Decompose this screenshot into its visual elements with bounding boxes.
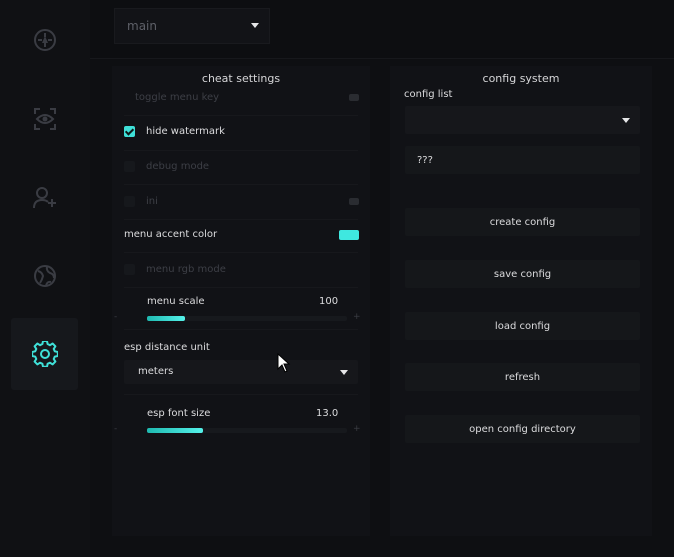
esp-font-size-fill <box>147 428 203 433</box>
divider <box>124 150 358 151</box>
eye-scan-icon <box>33 108 56 130</box>
divider <box>124 115 358 116</box>
toggle-menu-key-label: toggle menu key <box>135 92 220 103</box>
hide-watermark-label: hide watermark <box>146 126 225 137</box>
sidebar-item-visuals[interactable] <box>11 83 78 155</box>
divider <box>124 252 358 253</box>
mouse-cursor-icon <box>277 353 291 373</box>
hide-watermark-checkbox[interactable] <box>124 126 135 137</box>
menu-rgb-mode-label: menu rgb mode <box>146 264 226 275</box>
esp-distance-unit-value: meters <box>138 366 174 377</box>
create-config-button[interactable]: create config <box>405 208 640 236</box>
esp-font-size-slider[interactable] <box>147 428 347 433</box>
esp-font-size-minus[interactable]: - <box>114 424 117 434</box>
load-config-button[interactable]: load config <box>405 312 640 340</box>
ini-key-bind[interactable] <box>349 198 359 205</box>
divider <box>124 219 358 220</box>
esp-font-size-label: esp font size <box>147 408 211 419</box>
gear-icon <box>31 341 58 367</box>
cheat-settings-title: cheat settings <box>201 72 281 85</box>
divider <box>124 184 358 185</box>
config-system-panel: config system config list ??? create con… <box>390 66 652 536</box>
cheat-settings-panel: cheat settings toggle menu key hide wate… <box>112 66 370 536</box>
menu-scale-label: menu scale <box>147 296 205 307</box>
esp-font-size-value: 13.0 <box>316 408 339 419</box>
esp-distance-unit-label: esp distance unit <box>124 342 210 353</box>
debug-mode-label: debug mode <box>146 161 210 172</box>
divider <box>124 329 358 330</box>
top-bar: main <box>90 0 674 59</box>
menu-scale-slider[interactable] <box>147 316 347 321</box>
chevron-down-icon <box>622 118 630 123</box>
menu-scale-minus[interactable]: - <box>114 312 117 322</box>
config-list-select[interactable] <box>405 106 640 134</box>
divider <box>124 394 358 395</box>
menu-accent-color-swatch[interactable] <box>339 230 359 240</box>
config-list-label: config list <box>404 89 453 100</box>
save-config-button[interactable]: save config <box>405 260 640 288</box>
chevron-down-icon <box>340 370 348 375</box>
open-config-directory-button[interactable]: open config directory <box>405 415 640 443</box>
esp-distance-unit-select[interactable]: meters <box>124 360 358 384</box>
menu-scale-fill <box>147 316 185 321</box>
sidebar <box>0 0 90 557</box>
toggle-menu-key-bind[interactable] <box>349 94 359 101</box>
divider <box>124 287 358 288</box>
globe-icon <box>33 265 56 287</box>
sidebar-item-players[interactable] <box>11 162 78 234</box>
menu-scale-value: 100 <box>319 296 339 307</box>
sidebar-item-world[interactable] <box>11 240 78 312</box>
ini-checkbox[interactable] <box>124 196 135 207</box>
sidebar-item-aimbot[interactable] <box>11 4 78 76</box>
main-area: main cheat settings toggle menu key hide… <box>90 0 674 557</box>
crosshair-icon <box>33 29 56 51</box>
sidebar-item-settings[interactable] <box>11 318 78 390</box>
menu-rgb-mode-checkbox[interactable] <box>124 264 135 275</box>
ini-label: ini <box>146 196 158 207</box>
refresh-button[interactable]: refresh <box>405 363 640 391</box>
menu-accent-color-label: menu accent color <box>124 229 218 240</box>
user-add-icon <box>32 187 56 209</box>
tab-select[interactable]: main <box>114 8 270 44</box>
debug-mode-checkbox[interactable] <box>124 161 135 172</box>
menu-scale-plus[interactable]: + <box>353 312 361 322</box>
config-name-input[interactable]: ??? <box>405 146 640 174</box>
tab-select-value: main <box>127 19 157 33</box>
config-system-title: config system <box>482 72 560 85</box>
chevron-down-icon <box>251 23 259 28</box>
esp-font-size-plus[interactable]: + <box>353 424 361 434</box>
